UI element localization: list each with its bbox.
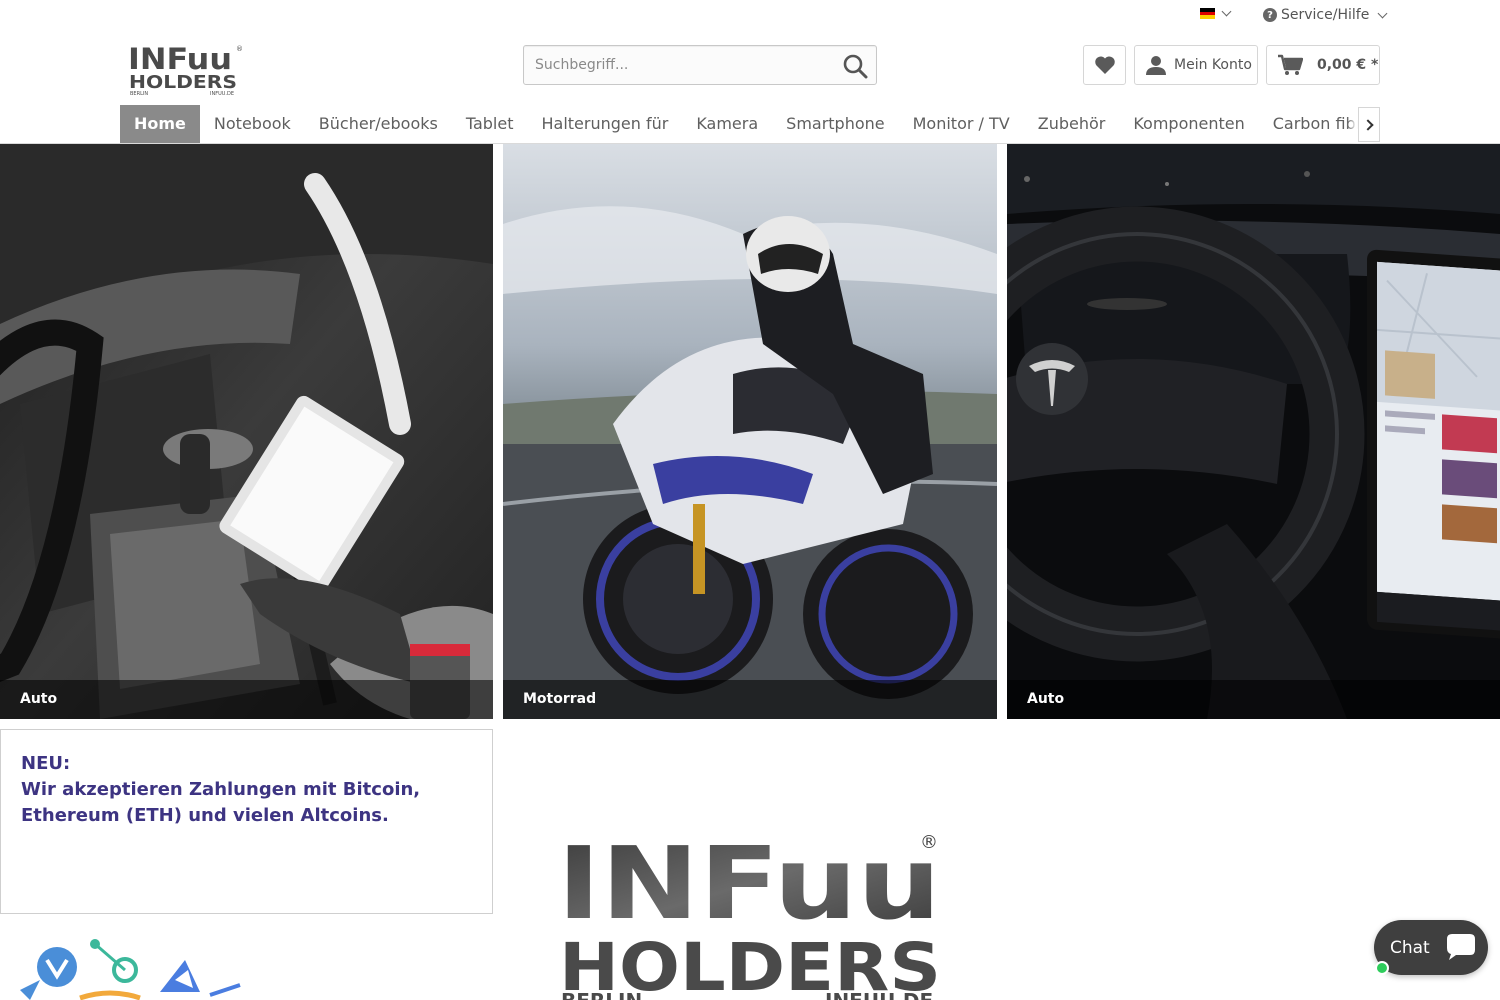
main-navigation: Home Notebook Bücher/ebooks Tablet Halterung…: [0, 105, 1500, 144]
nav-item-zubehör[interactable]: Zubehör: [1024, 105, 1120, 143]
nav-item-carbon-fibre[interactable]: Carbon fibre: [1259, 105, 1360, 143]
site-logo[interactable]: INFuu ® HOLDERS BERLIN INFUU.DE: [128, 42, 242, 98]
search-icon[interactable]: [842, 53, 868, 79]
nav-scroll-right-button[interactable]: [1358, 107, 1380, 142]
nav-item-home[interactable]: Home: [120, 105, 200, 143]
logo-text-left: BERLIN: [130, 91, 148, 97]
online-status-dot: [1375, 961, 1389, 975]
chat-label: Chat: [1390, 937, 1430, 958]
user-icon: [1146, 56, 1166, 75]
nav-item-tablet[interactable]: Tablet: [452, 105, 528, 143]
banner-auto-tablet[interactable]: Auto: [0, 144, 493, 719]
crypto-payment-notice: NEU: Wir akzeptieren Zahlungen mit Bitco…: [0, 729, 493, 914]
chevron-right-icon: [1361, 118, 1374, 131]
big-logo-text-left: BERLIN: [561, 989, 642, 1000]
nav-item-notebook[interactable]: Notebook: [200, 105, 305, 143]
logo-text-sub: HOLDERS: [129, 72, 237, 93]
cart-button[interactable]: 0,00 € *: [1266, 45, 1380, 85]
nav-item-komponenten[interactable]: Komponenten: [1119, 105, 1258, 143]
big-logo-text-main: INFuu: [557, 828, 941, 942]
svg-text:®: ®: [920, 832, 938, 853]
chevron-down-icon: [1377, 8, 1388, 18]
heart-icon: [1094, 56, 1115, 74]
logo-text-right: INFUU.DE: [210, 91, 234, 97]
banner-caption: Auto: [1007, 680, 1500, 719]
notice-line-3: Ethereum (ETH) und vielen Altcoins.: [21, 805, 389, 826]
nav-item-halterungen-für[interactable]: Halterungen für: [527, 105, 682, 143]
my-account-label: Mein Konto: [1174, 57, 1252, 73]
motorcycle-image: [503, 144, 997, 719]
nav-item-monitor-tv[interactable]: Monitor / TV: [899, 105, 1024, 143]
nav-items: Home Notebook Bücher/ebooks Tablet Halterung…: [120, 105, 1360, 143]
tesla-interior-image: [1007, 144, 1500, 719]
my-account-button[interactable]: Mein Konto: [1134, 45, 1258, 85]
nav-item-kamera[interactable]: Kamera: [682, 105, 772, 143]
service-help-label: Service/Hilfe: [1281, 7, 1370, 23]
chevron-down-icon: [1221, 6, 1232, 17]
search-bar: [523, 45, 877, 85]
banner-caption: Auto: [0, 680, 493, 719]
big-logo-text-right: INFUU.DE: [825, 989, 933, 1000]
car-interior-image: [0, 144, 493, 719]
wishlist-button[interactable]: [1083, 45, 1126, 85]
search-input[interactable]: [524, 46, 824, 84]
chat-widget-button[interactable]: Chat: [1374, 920, 1488, 975]
nav-item-bücher-ebooks[interactable]: Bücher/ebooks: [305, 105, 452, 143]
top-bar: ? Service/Hilfe: [0, 0, 1500, 34]
banner-caption: Motorrad: [503, 680, 997, 719]
infuu-holders-logo: INFuu ® HOLDERS BERLIN INFUU.DE: [557, 828, 941, 1000]
banner-auto-tesla[interactable]: Auto: [1007, 144, 1500, 719]
service-help-menu[interactable]: ? Service/Hilfe: [1263, 7, 1388, 23]
logo-text-main: INFuu: [128, 42, 232, 76]
question-icon: ?: [1263, 8, 1277, 22]
banner-motorrad[interactable]: Motorrad: [503, 144, 997, 719]
crypto-coins-image: [20, 939, 241, 1000]
cart-icon: [1278, 54, 1303, 75]
nav-item-smartphone[interactable]: Smartphone: [772, 105, 898, 143]
cart-total: 0,00 € *: [1317, 57, 1379, 73]
notice-line-2: Wir akzeptieren Zahlungen mit Bitcoin,: [21, 779, 421, 800]
chat-bubble-icon: [1447, 934, 1475, 960]
de-flag-icon: [1200, 8, 1215, 20]
svg-text:®: ®: [236, 45, 242, 53]
notice-line-1: NEU:: [21, 753, 71, 774]
language-switcher[interactable]: [1200, 6, 1232, 20]
